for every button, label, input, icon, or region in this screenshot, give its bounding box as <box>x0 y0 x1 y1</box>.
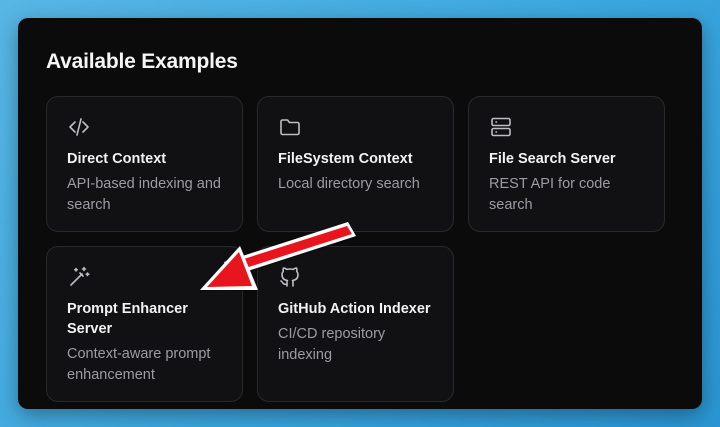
github-icon <box>278 265 302 289</box>
code-icon <box>67 115 91 139</box>
card-description: REST API for code search <box>489 176 611 213</box>
card-prompt-enhancer-server[interactable]: Prompt Enhancer Server Context-aware pro… <box>46 246 243 402</box>
card-title: FileSystem Context <box>278 151 413 167</box>
card-description: Context-aware prompt enhancement <box>67 346 211 383</box>
card-description: CI/CD repository indexing <box>278 326 386 363</box>
folder-icon <box>278 115 302 139</box>
card-title: GitHub Action Indexer <box>278 301 431 317</box>
card-description: Local directory search <box>278 176 420 192</box>
card-title: Direct Context <box>67 151 167 167</box>
card-description: API-based indexing and search <box>67 176 221 213</box>
card-github-action-indexer[interactable]: GitHub Action Indexer CI/CD repository i… <box>257 246 454 402</box>
card-file-search-server[interactable]: File Search Server REST API for code sea… <box>468 96 665 232</box>
card-title: File Search Server <box>489 151 616 167</box>
panel-title: Available Examples <box>46 50 238 73</box>
server-icon <box>489 115 513 139</box>
magic-wand-icon <box>67 265 91 289</box>
card-direct-context[interactable]: Direct Context API-based indexing and se… <box>46 96 243 232</box>
card-filesystem-context[interactable]: FileSystem Context Local directory searc… <box>257 96 454 232</box>
examples-panel: Available Examples Direct Context API-ba… <box>18 18 702 409</box>
card-title: Prompt Enhancer Server <box>67 301 188 337</box>
